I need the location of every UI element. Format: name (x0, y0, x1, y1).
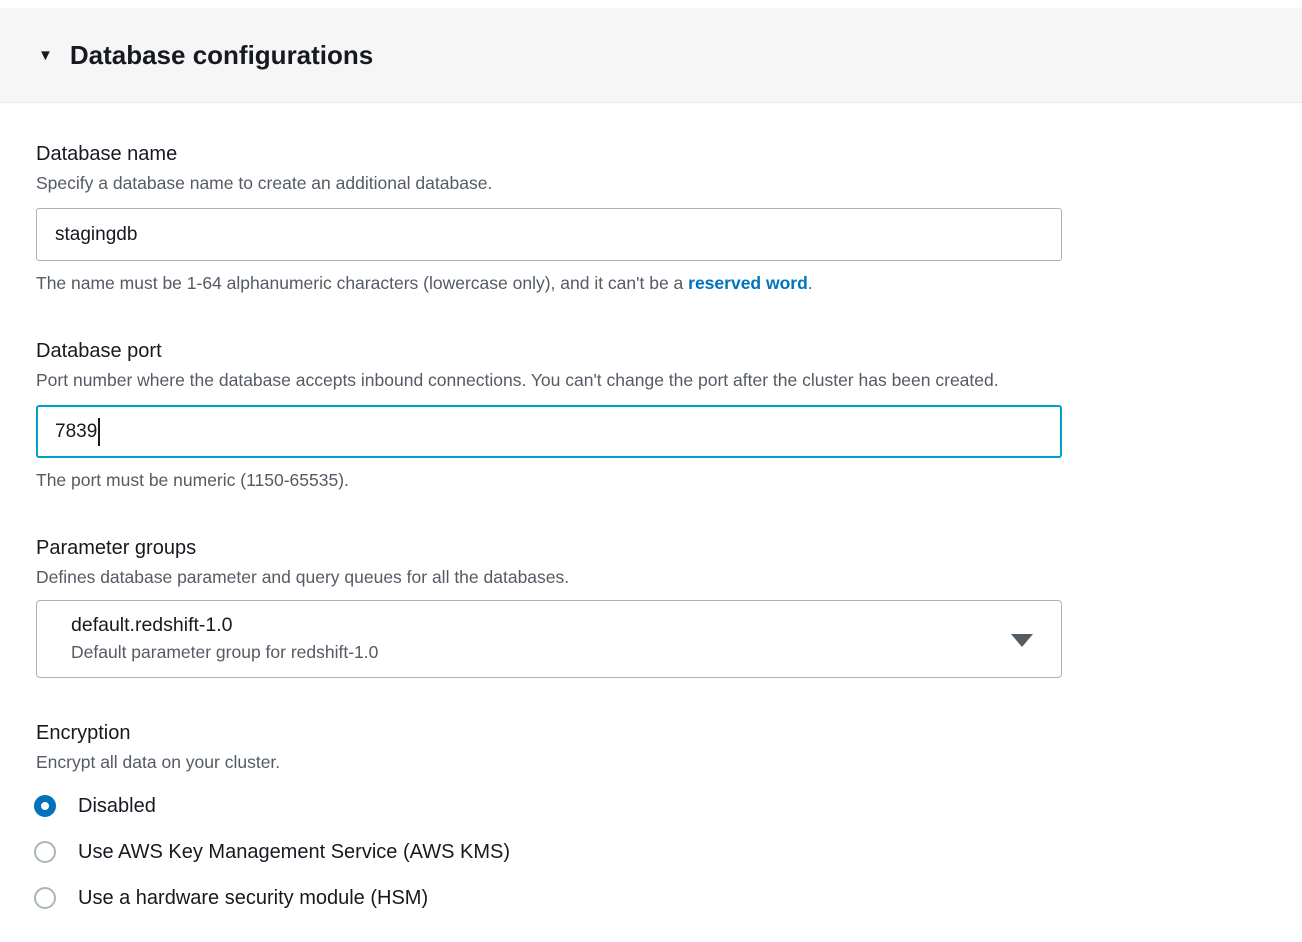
select-caret-down-icon (1011, 634, 1033, 647)
constraint-text-prefix: The name must be 1-64 alphanumeric chara… (36, 273, 688, 293)
parameter-groups-label: Parameter groups (36, 537, 1262, 560)
radio-selected-icon[interactable] (34, 795, 56, 817)
section-title: Database configurations (70, 40, 373, 71)
radio-unselected-icon[interactable] (34, 841, 56, 863)
database-configurations-section-header[interactable]: ▼ Database configurations (0, 8, 1302, 103)
encryption-option-aws-kms-label: Use AWS Key Management Service (AWS KMS) (78, 841, 510, 864)
database-name-input[interactable] (36, 208, 1062, 261)
database-name-label: Database name (36, 143, 1262, 166)
selected-parameter-group-name: default.redshift-1.0 (71, 614, 1001, 637)
selected-parameter-group-description: Default parameter group for redshift-1.0 (71, 642, 1001, 663)
database-port-constraint: The port must be numeric (1150-65535). (36, 470, 1262, 491)
encryption-description: Encrypt all data on your cluster. (36, 752, 1262, 773)
parameter-groups-description: Defines database parameter and query que… (36, 567, 1262, 588)
radio-unselected-icon[interactable] (34, 887, 56, 909)
encryption-option-hsm[interactable]: Use a hardware security module (HSM) (36, 875, 1262, 921)
database-name-constraint: The name must be 1-64 alphanumeric chara… (36, 273, 1262, 294)
database-port-input[interactable] (36, 405, 1062, 458)
encryption-label: Encryption (36, 722, 1262, 745)
encryption-field: Encryption Encrypt all data on your clus… (36, 722, 1262, 921)
encryption-option-hsm-label: Use a hardware security module (HSM) (78, 887, 428, 910)
text-cursor (98, 418, 100, 446)
database-port-input-wrap (36, 405, 1062, 458)
parameter-groups-select[interactable]: default.redshift-1.0 Default parameter g… (36, 600, 1062, 678)
database-port-label: Database port (36, 340, 1262, 363)
database-port-field: Database port Port number where the data… (36, 340, 1262, 491)
encryption-option-disabled[interactable]: Disabled (36, 783, 1262, 829)
encryption-option-disabled-label: Disabled (78, 795, 156, 818)
database-port-description: Port number where the database accepts i… (36, 370, 1262, 391)
reserved-word-link[interactable]: reserved word (688, 273, 808, 293)
database-name-description: Specify a database name to create an add… (36, 173, 1262, 194)
top-strip (0, 0, 1302, 8)
parameter-groups-field: Parameter groups Defines database parame… (36, 537, 1262, 678)
constraint-text-suffix: . (808, 273, 813, 293)
encryption-option-aws-kms[interactable]: Use AWS Key Management Service (AWS KMS) (36, 829, 1262, 875)
section-content: Database name Specify a database name to… (0, 103, 1302, 921)
database-name-field: Database name Specify a database name to… (36, 143, 1262, 294)
collapse-triangle-icon[interactable]: ▼ (38, 48, 53, 63)
